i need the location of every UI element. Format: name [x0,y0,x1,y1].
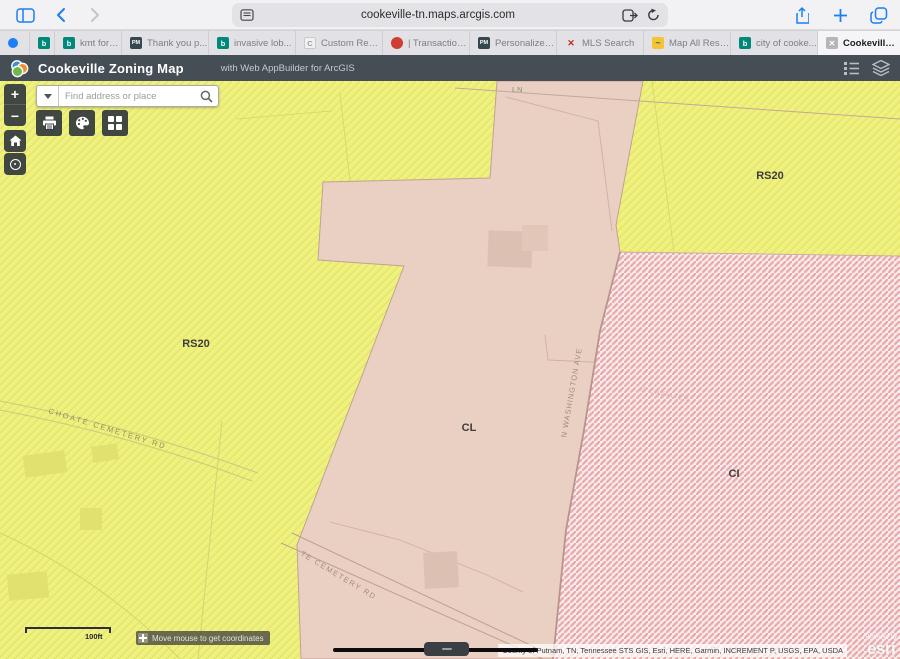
search-button[interactable] [194,86,218,106]
reload-button[interactable] [647,8,660,22]
attribution: County of Putnam, TN, Tennessee STS GIS,… [498,644,847,657]
tab-kmt[interactable]: b kmt for bre [55,31,122,55]
attribution-text: County of Putnam, TN, Tennessee STS GIS,… [502,646,843,655]
sidebar-toggle-button[interactable] [12,0,38,30]
coordinates-widget[interactable]: Move mouse to get coordinates [136,631,270,645]
tab-invasive[interactable]: b invasive lob... [209,31,296,55]
tab-favicon [8,38,18,48]
tab-favicon: b [739,37,751,49]
tab-label: MLS Search [582,38,634,49]
plus-icon [833,8,848,23]
zone-label-rs20-west: RS20 [182,338,210,350]
zone-label-ci: CI [729,468,740,480]
map-tools [36,110,128,136]
arcgis-logo-icon [10,59,29,78]
tab-label: Thank you p... [147,38,207,49]
search-icon [200,90,213,103]
tab-label: Cookeville Z... [843,38,900,49]
drag-handle-dash [442,648,452,651]
coordinates-hint-text: Move mouse to get coordinates [152,634,264,643]
page-subtitle: with Web AppBuilder for ArcGIS [221,63,355,74]
scale-bar-label: 100ft [85,632,103,641]
tab-close-icon[interactable]: ✕ [826,37,838,49]
tab-personalized[interactable]: PM Personalized... [470,31,557,55]
tab-custom-real[interactable]: C Custom Real... [296,31,383,55]
tab-favicon: PM [478,37,490,49]
draw-button[interactable] [69,110,95,136]
basemap-gallery-button[interactable] [102,110,128,136]
tab-city-of-cookeville[interactable]: b city of cooke... [731,31,818,55]
tab-favicon: ✕ [565,37,577,49]
new-tab-button[interactable] [828,0,852,30]
layers-button[interactable] [872,60,890,76]
search-dropdown-button[interactable] [37,86,59,106]
home-icon [9,135,22,147]
home-button[interactable] [4,130,26,152]
tab-map-all[interactable]: ~ Map All Resu... [644,31,731,55]
tab-label: kmt for bre [80,38,121,49]
search-widget [36,85,219,107]
tab-thank-you[interactable]: PM Thank you p... [122,31,209,55]
drag-handle[interactable] [424,642,469,656]
print-button[interactable] [36,110,62,136]
tabs-icon [870,7,888,24]
tab-label: city of cooke... [756,38,817,49]
tab-bar: b b kmt for bre PM Thank you p... b invasiv… [0,30,900,55]
tab-bing[interactable]: b [30,31,55,55]
back-button[interactable] [50,0,72,30]
esri-logo-text: esri [867,639,895,658]
basemap-svg: CHOATE CEMETERY RD TE CEMETERY RD N WASH… [0,81,900,659]
legend-button[interactable] [843,61,860,76]
browser-toolbar: cookeville-tn.maps.arcgis.com [0,0,900,30]
url-text: cookeville-tn.maps.arcgis.com [254,9,622,21]
sidebar-icon [16,8,35,23]
move-cursor-icon [138,633,148,643]
share-button[interactable] [790,0,814,30]
tab-label: Personalized... [495,38,556,49]
zone-label-cl: CL [462,422,477,434]
gps-icon [10,159,21,170]
tab-favicon: C [304,37,316,49]
tab-favicon: PM [130,37,142,49]
tab-favicon: b [63,37,75,49]
tab-mls-search[interactable]: ✕ MLS Search [557,31,644,55]
road-label-ln: LN [512,85,524,94]
tab-label: Map All Resu... [669,38,730,49]
tab-favicon: b [38,37,50,49]
tab-label: | Transaction... [408,38,469,49]
tab-favicon: b [217,37,229,49]
page-title: Cookeville Zoning Map [38,61,184,76]
zoom-in-button[interactable]: + [4,84,26,105]
esri-logo: Powered by esri [865,634,897,658]
search-input[interactable] [59,86,194,106]
tab-favicon [391,37,403,49]
url-bar[interactable]: cookeville-tn.maps.arcgis.com [232,3,668,27]
reader-icon [240,9,254,21]
zone-label-rs20-east: RS20 [756,170,784,182]
safari-window: cookeville-tn.maps.arcgis.com b b kmt for… [0,0,900,659]
print-icon [42,116,57,130]
chevron-down-icon [44,94,52,99]
locate-button[interactable] [4,153,26,175]
tabs-overview-button[interactable] [866,0,892,30]
tab-partial[interactable] [0,31,30,55]
page-settings-icon[interactable] [622,9,638,22]
zoom-controls: + − [4,84,26,126]
zoom-out-button[interactable]: − [4,105,26,126]
share-icon [795,7,809,24]
tab-transaction[interactable]: | Transaction... [383,31,470,55]
tab-label: Custom Real... [321,38,382,49]
tab-cookeville-zoning-active[interactable]: ✕ Cookeville Z... [818,31,900,55]
basemap-grid-icon [108,116,122,130]
tab-label: invasive lob... [234,38,292,49]
forward-button[interactable] [84,0,106,30]
palette-icon [75,116,90,130]
tab-favicon: ~ [652,37,664,49]
map-canvas[interactable]: CHOATE CEMETERY RD TE CEMETERY RD N WASH… [0,81,900,659]
back-chevron-icon [56,7,66,23]
app-header: Cookeville Zoning Map with Web AppBuilde… [0,55,900,81]
forward-chevron-icon [90,7,100,23]
